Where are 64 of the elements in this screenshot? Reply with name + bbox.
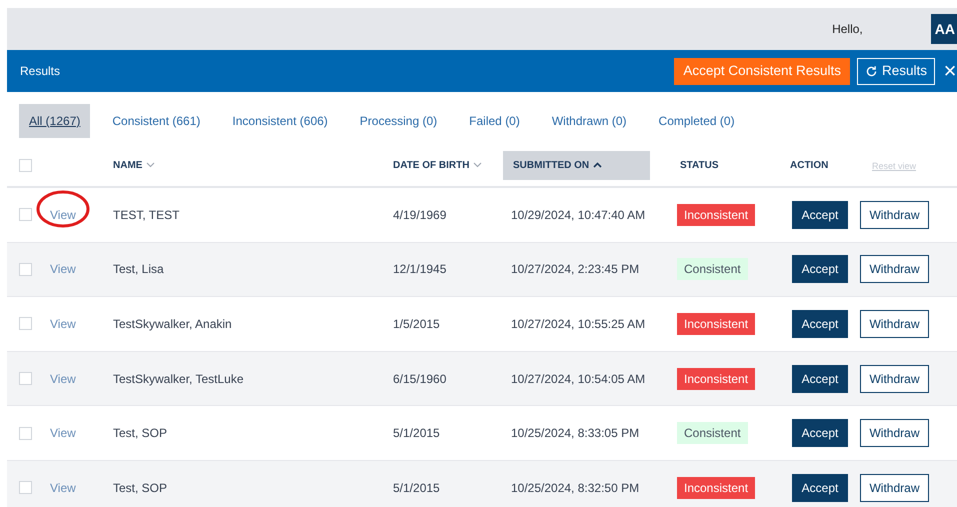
status-tag: Inconsistent [677, 368, 756, 390]
submitted-on-cell-text: 10/29/2024, 10:47:40 AM [510, 206, 646, 224]
submitted-on-cell-text: 10/27/2024, 2:23:45 PM [510, 261, 640, 278]
withdraw-button[interactable]: Withdraw [860, 310, 929, 338]
filter-tab[interactable]: Failed (0) [459, 104, 530, 138]
submitted-on-cell-text: 10/25/2024, 8:32:50 PM [510, 480, 640, 497]
withdraw-button[interactable]: Withdraw [860, 255, 929, 284]
status-tag: Consistent [677, 422, 748, 444]
column-header[interactable]: DATE OF BIRTH [385, 158, 503, 172]
filter-tab[interactable]: Inconsistent (606) [222, 104, 338, 138]
column-header: STATUS [679, 158, 720, 172]
name-cell-text: Test, SOP [112, 480, 168, 497]
withdraw-button[interactable]: Withdraw [860, 364, 929, 393]
date-of-birth-cell-text: 12/1/1945 [392, 261, 448, 278]
chevron-down-icon [146, 162, 156, 168]
page-title: Results [20, 63, 62, 80]
date-of-birth-cell-text: 5/1/2015 [392, 425, 441, 442]
row-checkbox[interactable] [19, 262, 32, 276]
refresh-button[interactable]: Results [856, 58, 935, 84]
refresh-icon [864, 64, 878, 78]
accept-button[interactable]: Accept [792, 200, 848, 229]
row-checkbox[interactable] [19, 372, 32, 386]
user-avatar[interactable]: AA [930, 14, 957, 44]
row-checkbox[interactable] [19, 481, 32, 494]
select-all-checkbox[interactable] [19, 158, 32, 172]
greeting-text: Hello, [832, 21, 863, 38]
withdraw-button[interactable]: Withdraw [860, 200, 929, 229]
name-cell-text: Test, Lisa [112, 261, 165, 278]
accept-button[interactable]: Accept [792, 474, 848, 502]
accept-button[interactable]: Accept [792, 255, 848, 284]
filter-tab[interactable]: Processing (0) [350, 104, 448, 138]
row-checkbox[interactable] [19, 426, 32, 440]
row-checkbox[interactable] [19, 317, 32, 330]
filter-tab[interactable]: Completed (0) [648, 104, 745, 138]
column-header[interactable]: NAME [105, 158, 385, 172]
status-tag: Inconsistent [677, 476, 756, 499]
name-cell-text: Test, SOP [112, 425, 168, 442]
column-header[interactable]: SUBMITTED ON [503, 150, 650, 180]
status-tag: Inconsistent [677, 312, 756, 335]
date-of-birth-cell-text: 6/15/1960 [392, 370, 448, 388]
row-checkbox[interactable] [19, 208, 32, 222]
chevron-down-icon [473, 162, 482, 168]
date-of-birth-cell-text: 1/5/2015 [392, 316, 441, 333]
filter-tab[interactable]: Withdrawn (0) [542, 104, 637, 138]
withdraw-button[interactable]: Withdraw [860, 419, 929, 448]
column-header: ACTION [789, 158, 830, 172]
filter-tab[interactable]: All (1267) [19, 104, 90, 138]
date-of-birth-cell-text: 4/19/1969 [392, 206, 448, 224]
submitted-on-cell-text: 10/27/2024, 10:55:25 AM [510, 316, 646, 333]
accept-button[interactable]: Accept [792, 310, 848, 338]
close-button[interactable]: × [943, 60, 957, 82]
date-of-birth-cell-text: 5/1/2015 [392, 480, 441, 497]
accept-button[interactable]: Accept [792, 419, 848, 448]
filter-tab[interactable]: Consistent (661) [102, 104, 210, 138]
status-tag: Inconsistent [677, 204, 756, 226]
submitted-on-cell-text: 10/25/2024, 8:33:05 PM [510, 425, 640, 442]
submitted-on-cell-text: 10/27/2024, 10:54:05 AM [510, 370, 646, 388]
name-cell-text: TestSkywalker, TestLuke [112, 370, 245, 388]
name-cell-text: TEST, TEST [112, 206, 180, 224]
accept-button[interactable]: Accept [792, 364, 848, 393]
withdraw-button[interactable]: Withdraw [860, 474, 929, 502]
status-tag: Consistent [677, 258, 748, 280]
name-cell-text: TestSkywalker, Anakin [112, 316, 233, 333]
sort-up-icon [593, 162, 602, 168]
